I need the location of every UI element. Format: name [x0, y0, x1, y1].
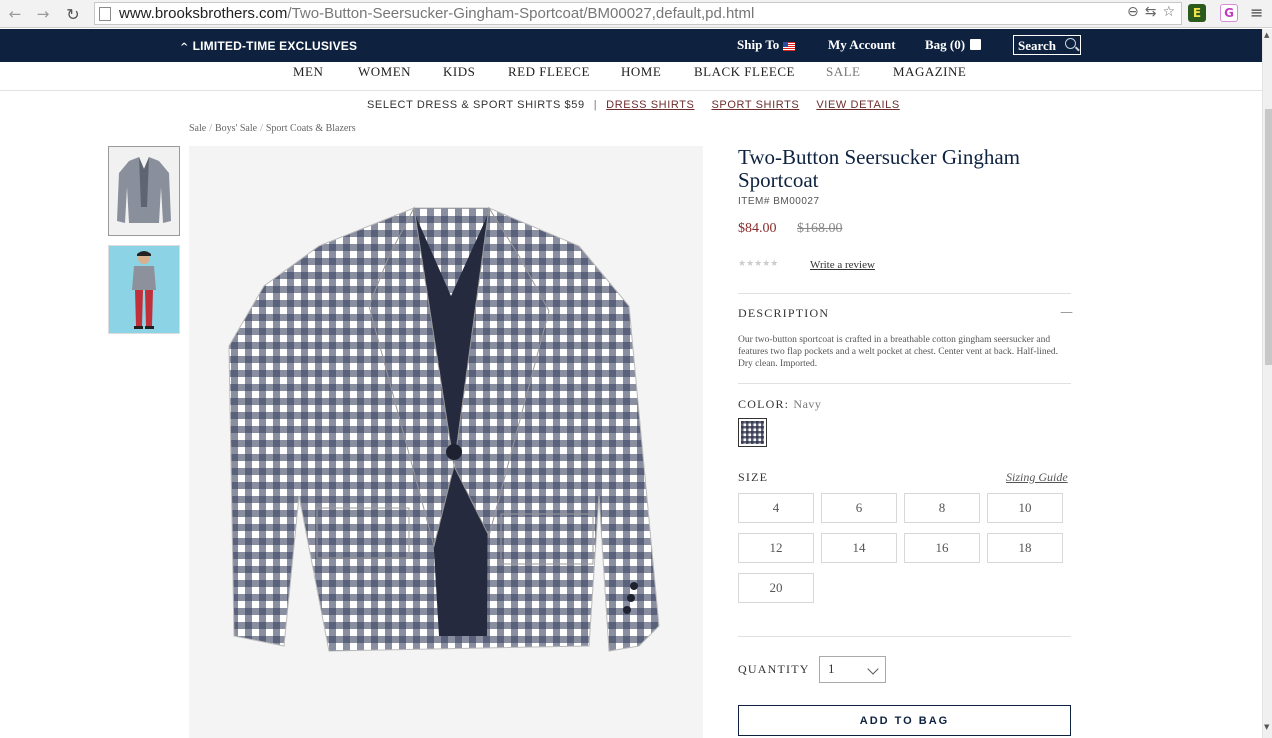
search-icon[interactable]	[1065, 38, 1076, 49]
sale-price: $84.00	[738, 221, 777, 236]
my-account-link[interactable]: My Account	[828, 37, 896, 53]
quantity-value: 1	[828, 661, 835, 676]
chevron-down-icon	[867, 663, 879, 675]
promo-link-view-details[interactable]: VIEW DETAILS	[816, 99, 899, 111]
search-box[interactable]: Search	[1013, 35, 1081, 55]
collapse-icon[interactable]: —	[1060, 305, 1073, 320]
quantity-select[interactable]: 1	[819, 656, 886, 683]
reload-icon[interactable]: ↻	[60, 2, 86, 26]
category-nav: MEN WOMEN KIDS RED FLEECE HOME BLACK FLE…	[0, 62, 1262, 91]
add-to-bag-button[interactable]: ADD TO BAG	[738, 705, 1071, 736]
scroll-up-icon[interactable]: ▲	[1264, 31, 1269, 39]
size-option[interactable]: 8	[904, 493, 980, 523]
browser-toolbar: ← → ↻ www.brooksbrothers.com/Two-Button-…	[0, 0, 1272, 28]
url-text: www.brooksbrothers.com/Two-Button-Seersu…	[119, 5, 754, 22]
product-title: Two-Button Seersucker Gingham Sportcoat	[738, 145, 1020, 192]
size-option[interactable]: 10	[987, 493, 1063, 523]
jacket-thumbnail-image	[109, 147, 179, 235]
nav-kids[interactable]: KIDS	[443, 64, 475, 80]
color-value: Navy	[793, 397, 822, 411]
item-number: ITEM# BM00027	[738, 196, 820, 207]
page-scrollbar[interactable]: ▲ ▼	[1262, 29, 1272, 738]
promo-link-dress-shirts[interactable]: DRESS SHIRTS	[606, 99, 694, 111]
size-option[interactable]: 18	[987, 533, 1063, 563]
thumbnail-model[interactable]	[108, 245, 180, 334]
ship-to-label: Ship To	[737, 37, 780, 52]
utility-bar: ^ LIMITED-TIME EXCLUSIVES Ship To My Acco…	[0, 29, 1272, 62]
promo-separator: |	[593, 99, 598, 111]
size-option[interactable]: 14	[821, 533, 897, 563]
breadcrumb: Sale / Boys' Sale / Sport Coats & Blazers	[189, 123, 356, 134]
rating-stars: ★★★★★	[738, 259, 779, 269]
forward-icon[interactable]: →	[30, 2, 56, 26]
nav-black-fleece[interactable]: BLACK FLEECE	[694, 64, 795, 80]
size-option[interactable]: 4	[738, 493, 814, 523]
product-main-image[interactable]	[189, 146, 703, 738]
url-host: www.brooksbrothers.com	[119, 5, 288, 22]
color-label-text: COLOR:	[738, 397, 790, 411]
search-label: Search	[1018, 38, 1057, 53]
breadcrumb-item[interactable]: Sale	[189, 123, 206, 134]
breadcrumb-item[interactable]: Sport Coats & Blazers	[266, 123, 356, 134]
bag-label: Bag (0)	[925, 37, 966, 52]
extension-icon[interactable]: G	[1220, 4, 1238, 22]
omnibox-actions: ⊖ ⇆ ☆	[1127, 4, 1175, 20]
limited-exclusives-toggle[interactable]: ^ LIMITED-TIME EXCLUSIVES	[180, 39, 357, 53]
divider	[738, 293, 1071, 294]
divider	[738, 383, 1071, 384]
size-option[interactable]: 16	[904, 533, 980, 563]
original-price: $168.00	[797, 221, 843, 236]
description-text: Our two-button sportcoat is crafted in a…	[738, 335, 1058, 369]
ship-to-link[interactable]: Ship To	[737, 37, 796, 53]
address-bar[interactable]: www.brooksbrothers.com/Two-Button-Seersu…	[94, 2, 1182, 25]
divider	[738, 636, 1071, 637]
nav-sale[interactable]: SALE	[826, 64, 861, 80]
size-option[interactable]: 12	[738, 533, 814, 563]
zoom-icon[interactable]: ⊖	[1127, 4, 1139, 20]
nav-home[interactable]: HOME	[621, 64, 661, 80]
breadcrumb-separator: /	[209, 123, 212, 134]
shopping-bag-icon	[970, 39, 982, 50]
url-path: /Two-Button-Seersucker-Gingham-Sportcoat…	[287, 5, 755, 22]
nav-red-fleece[interactable]: RED FLEECE	[508, 64, 590, 80]
size-option[interactable]: 6	[821, 493, 897, 523]
scrollbar-thumb[interactable]	[1265, 109, 1272, 365]
color-swatch-navy[interactable]	[738, 418, 767, 447]
nav-men[interactable]: MEN	[293, 64, 323, 80]
promo-link-sport-shirts[interactable]: SPORT SHIRTS	[711, 99, 799, 111]
nav-magazine[interactable]: MAGAZINE	[893, 64, 966, 80]
chevron-up-icon: ^	[180, 42, 189, 53]
thumbnail-jacket[interactable]	[108, 146, 180, 236]
us-flag-icon	[783, 41, 796, 51]
breadcrumb-item[interactable]: Boys' Sale	[215, 123, 257, 134]
promo-banner: SELECT DRESS & SPORT SHIRTS $59 | DRESS …	[367, 99, 917, 111]
model-thumbnail-image	[109, 246, 179, 333]
quantity-label: QUANTITY	[738, 662, 810, 676]
exclusives-label: LIMITED-TIME EXCLUSIVES	[192, 39, 358, 53]
back-icon[interactable]: ←	[2, 2, 28, 26]
translate-icon[interactable]: ⇆	[1145, 4, 1157, 20]
size-option[interactable]: 20	[738, 573, 814, 603]
bookmark-star-icon[interactable]: ☆	[1162, 4, 1175, 20]
breadcrumb-separator: /	[260, 123, 263, 134]
sizing-guide-link[interactable]: Sizing Guide	[1006, 470, 1068, 485]
description-heading[interactable]: DESCRIPTION	[738, 306, 829, 321]
nav-women[interactable]: WOMEN	[358, 64, 411, 80]
bag-link[interactable]: Bag (0)	[925, 37, 982, 53]
page-icon	[99, 6, 111, 21]
extension-icon[interactable]: E	[1188, 4, 1206, 22]
browser-menu-icon[interactable]: ≡	[1250, 3, 1263, 22]
color-label: COLOR: Navy	[738, 397, 821, 412]
gingham-jacket-image	[189, 146, 703, 738]
size-label: SIZE	[738, 470, 769, 484]
write-review-link[interactable]: Write a review	[810, 259, 875, 271]
scroll-down-icon[interactable]: ▼	[1264, 723, 1269, 731]
promo-text: SELECT DRESS & SPORT SHIRTS $59	[367, 99, 585, 111]
swatch-pattern	[741, 421, 764, 444]
